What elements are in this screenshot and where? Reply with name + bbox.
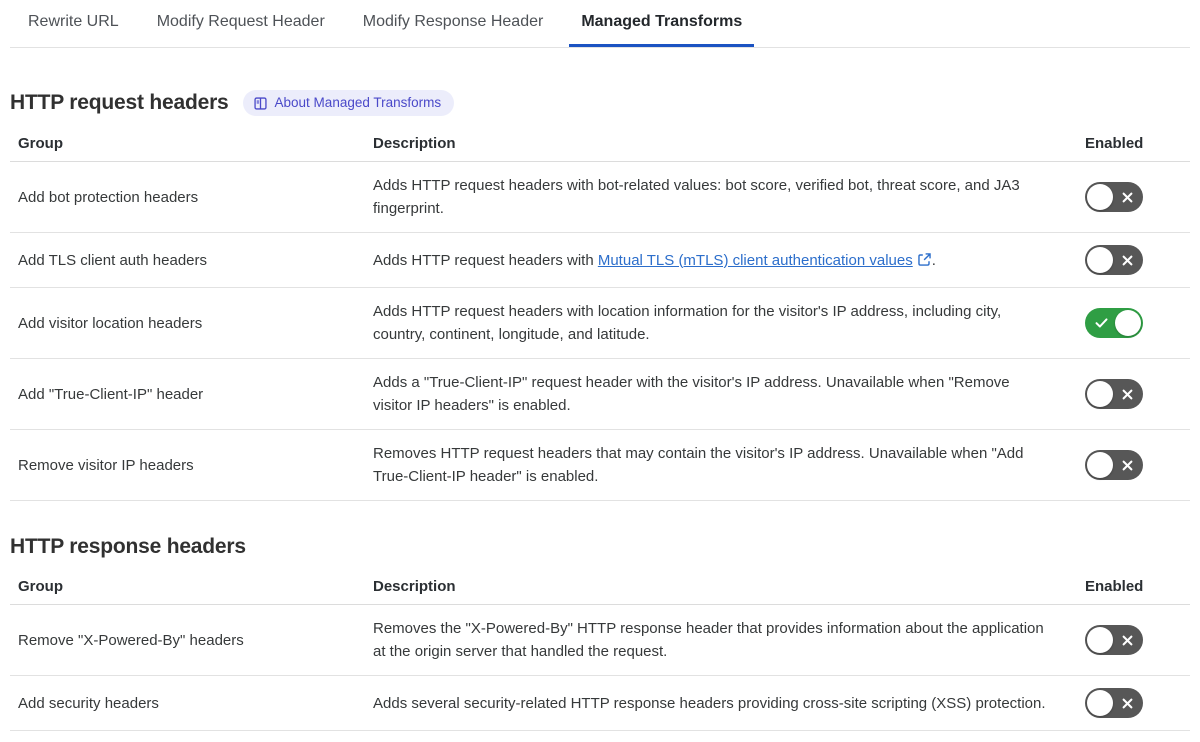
row-description: Removes HTTP request headers that may co… [373, 429, 1085, 501]
row-group-label: Remove visitor IP headers [10, 429, 373, 501]
section-heading-response: HTTP response headers [10, 535, 246, 558]
check-icon [1087, 317, 1115, 329]
row-description: Adds a "True-Client-IP" request header w… [373, 358, 1085, 430]
response-headers-table: Group Description Enabled Remove "X-Powe… [10, 572, 1190, 731]
row-description: Adds several security-related HTTP respo… [373, 675, 1085, 731]
x-icon [1113, 254, 1141, 267]
row-description: Adds HTTP request headers with location … [373, 287, 1085, 359]
table-row: Remove "X-Powered-By" headers Removes the… [10, 604, 1190, 676]
toggle-knob [1087, 452, 1113, 478]
toggle-knob [1087, 381, 1113, 407]
table-row: Remove visitor IP headers Removes HTTP re… [10, 429, 1190, 501]
row-group-label: Add bot protection headers [10, 161, 373, 233]
http-request-headers-section: HTTP request headers About Managed Trans… [10, 90, 1190, 501]
enabled-toggle[interactable] [1085, 625, 1143, 655]
section-heading-request: HTTP request headers [10, 91, 229, 114]
tab-modify-request-header[interactable]: Modify Request Header [145, 0, 337, 47]
toggle-knob [1087, 247, 1113, 273]
column-header-enabled: Enabled [1085, 572, 1190, 605]
toggle-knob [1087, 184, 1113, 210]
table-row: Add security headers Adds several securit… [10, 675, 1190, 731]
table-row: Add bot protection headers Adds HTTP requ… [10, 161, 1190, 233]
row-group-label: Add "True-Client-IP" header [10, 358, 373, 430]
enabled-toggle[interactable] [1085, 450, 1143, 480]
http-response-headers-section: HTTP response headers Group Description … [10, 535, 1190, 731]
table-row: Add TLS client auth headers Adds HTTP req… [10, 232, 1190, 288]
row-group-label: Add security headers [10, 675, 373, 731]
row-group-label: Add TLS client auth headers [10, 232, 373, 288]
enabled-toggle[interactable] [1085, 245, 1143, 275]
managed-transforms-page: Rewrite URL Modify Request Header Modify R… [0, 0, 1200, 731]
external-link-icon [917, 252, 932, 267]
tab-rewrite-url[interactable]: Rewrite URL [16, 0, 131, 47]
column-header-group: Group [10, 572, 373, 605]
enabled-toggle[interactable] [1085, 308, 1143, 338]
table-row: Add visitor location headers Adds HTTP re… [10, 287, 1190, 359]
row-description: Adds HTTP request headers with bot-relat… [373, 161, 1085, 233]
table-row: Add "True-Client-IP" header Adds a "True-… [10, 358, 1190, 430]
toggle-knob [1087, 627, 1113, 653]
enabled-toggle[interactable] [1085, 182, 1143, 212]
column-header-enabled: Enabled [1085, 129, 1190, 162]
toggle-knob [1087, 690, 1113, 716]
x-icon [1113, 697, 1141, 710]
tab-managed-transforms[interactable]: Managed Transforms [569, 0, 755, 47]
about-managed-transforms-link[interactable]: About Managed Transforms [242, 90, 455, 116]
column-header-description: Description [373, 129, 1085, 162]
row-group-label: Add visitor location headers [10, 287, 373, 359]
tab-modify-response-header[interactable]: Modify Response Header [351, 0, 556, 47]
column-header-group: Group [10, 129, 373, 162]
enabled-toggle[interactable] [1085, 379, 1143, 409]
row-group-label: Remove "X-Powered-By" headers [10, 604, 373, 676]
enabled-toggle[interactable] [1085, 688, 1143, 718]
x-icon [1113, 459, 1141, 472]
x-icon [1113, 191, 1141, 204]
description-link[interactable]: Mutual TLS (mTLS) client authentication … [598, 252, 932, 269]
book-icon [253, 96, 268, 111]
toggle-knob [1115, 310, 1141, 336]
badge-label: About Managed Transforms [274, 95, 442, 110]
row-description: Removes the "X-Powered-By" HTTP response… [373, 604, 1085, 676]
row-description: Adds HTTP request headers with Mutual TL… [373, 232, 1085, 288]
column-header-description: Description [373, 572, 1085, 605]
x-icon [1113, 634, 1141, 647]
x-icon [1113, 388, 1141, 401]
request-headers-table: Group Description Enabled Add bot protec… [10, 129, 1190, 501]
tab-bar: Rewrite URL Modify Request Header Modify R… [10, 0, 1190, 48]
